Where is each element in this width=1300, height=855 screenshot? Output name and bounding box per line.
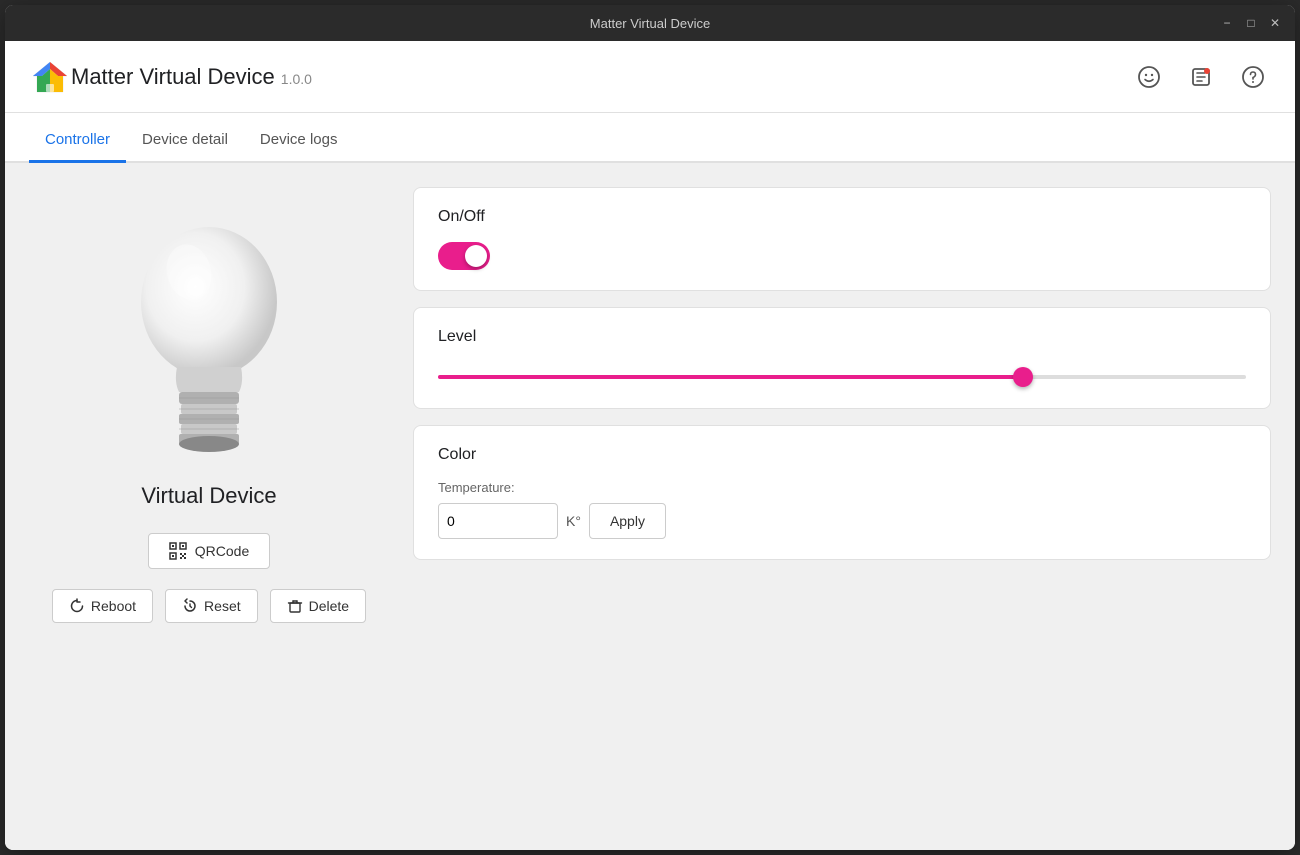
close-button[interactable]: ✕: [1267, 15, 1283, 31]
titlebar-title: Matter Virtual Device: [590, 16, 710, 31]
temperature-row: K° Apply: [438, 503, 1246, 539]
toggle-thumb: [465, 245, 487, 267]
reboot-label: Reboot: [91, 598, 136, 614]
level-title: Level: [438, 328, 1246, 346]
unit-label: K°: [566, 513, 581, 529]
notification-icon: [1189, 65, 1213, 89]
help-icon-button[interactable]: [1235, 59, 1271, 95]
reset-button[interactable]: Reset: [165, 589, 258, 623]
device-image: [119, 207, 299, 467]
app-header: Matter Virtual Device 1.0.0: [5, 41, 1295, 113]
level-card: Level: [413, 307, 1271, 409]
qrcode-icon: [169, 542, 187, 560]
temperature-input[interactable]: [438, 503, 558, 539]
action-buttons: Reboot Reset: [52, 589, 366, 623]
bulb-svg: [119, 207, 299, 467]
reboot-button[interactable]: Reboot: [52, 589, 153, 623]
color-title: Color: [438, 446, 1246, 464]
qrcode-button[interactable]: QRCode: [148, 533, 270, 569]
on-off-toggle-container: [438, 242, 1246, 270]
reboot-icon: [69, 598, 85, 614]
help-icon: [1241, 65, 1265, 89]
titlebar: Matter Virtual Device − □ ✕: [5, 5, 1295, 41]
on-off-card: On/Off: [413, 187, 1271, 291]
device-name: Virtual Device: [141, 483, 276, 509]
emoji-icon: [1137, 65, 1161, 89]
left-panel: Virtual Device QRCode: [29, 187, 389, 826]
delete-label: Delete: [309, 598, 349, 614]
notification-icon-button[interactable]: [1183, 59, 1219, 95]
level-slider[interactable]: [438, 375, 1246, 379]
delete-button[interactable]: Delete: [270, 589, 366, 623]
tab-device-logs[interactable]: Device logs: [244, 131, 354, 163]
app-window: Matter Virtual Device − □ ✕ Matter Virtu…: [5, 5, 1295, 850]
reset-icon: [182, 598, 198, 614]
main-content: Virtual Device QRCode: [5, 163, 1295, 850]
app-version: 1.0.0: [281, 71, 312, 87]
titlebar-controls: − □ ✕: [1219, 15, 1283, 31]
temperature-label: Temperature:: [438, 480, 1246, 495]
google-home-logo: [29, 56, 71, 98]
emoji-icon-button[interactable]: [1131, 59, 1167, 95]
level-slider-container: [438, 362, 1246, 388]
delete-icon: [287, 598, 303, 614]
right-panel: On/Off Level Color Tempe: [413, 187, 1271, 826]
tab-device-detail[interactable]: Device detail: [126, 131, 244, 163]
on-off-toggle[interactable]: [438, 242, 490, 270]
reset-label: Reset: [204, 598, 241, 614]
minimize-button[interactable]: −: [1219, 15, 1235, 31]
qrcode-label: QRCode: [195, 543, 249, 559]
header-icons: [1131, 59, 1271, 95]
maximize-button[interactable]: □: [1243, 15, 1259, 31]
color-card: Color Temperature: K° Apply: [413, 425, 1271, 560]
tab-controller[interactable]: Controller: [29, 131, 126, 163]
apply-button[interactable]: Apply: [589, 503, 666, 539]
tabs-bar: Controller Device detail Device logs: [5, 113, 1295, 163]
on-off-title: On/Off: [438, 208, 1246, 226]
app-title: Matter Virtual Device: [71, 64, 275, 90]
